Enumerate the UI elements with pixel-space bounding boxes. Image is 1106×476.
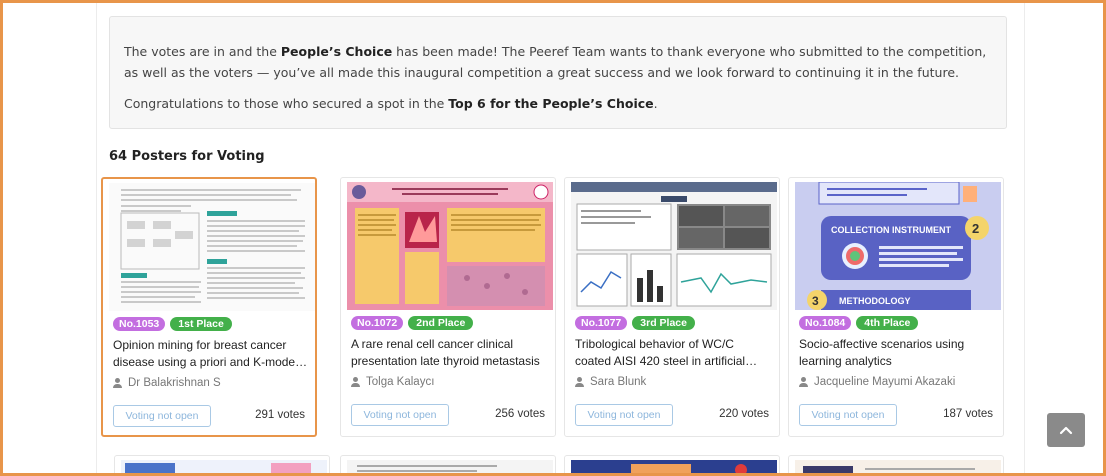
- announcement-box: The votes are in and the People’s Choice…: [109, 16, 1007, 129]
- voting-button[interactable]: Voting not open: [351, 404, 449, 426]
- poster-card[interactable]: COLLECTION INSTRUMENT 2 3 METHODOLOGY No…: [788, 177, 1004, 437]
- section-title: 64 Posters for Voting: [109, 149, 265, 164]
- voting-button[interactable]: Voting not open: [799, 404, 897, 426]
- person-icon: [799, 377, 808, 387]
- poster-thumbnail[interactable]: [347, 182, 553, 310]
- poster-thumbnail[interactable]: [109, 183, 315, 311]
- badge-row: No.1053 1st Place: [113, 317, 232, 331]
- vote-count: 220 votes: [719, 408, 769, 420]
- announcement-paragraph-2: Congratulations to those who secured a s…: [124, 93, 992, 114]
- place-badge: 3rd Place: [632, 316, 695, 330]
- poster-author: Dr Balakrishnan S: [113, 377, 221, 389]
- badge-row: No.1084 4th Place: [799, 316, 919, 330]
- poster-number-badge: No.1072: [351, 316, 404, 330]
- announcement-text: The votes are in and the: [124, 44, 281, 59]
- page: The votes are in and the People’s Choice…: [3, 3, 1103, 473]
- poster-author: Tolga Kalaycı: [351, 376, 434, 388]
- poster-title[interactable]: A rare renal cell cancer clinical presen…: [351, 336, 549, 370]
- place-badge: 1st Place: [170, 317, 232, 331]
- poster-heading-2: METHODOLOGY: [839, 296, 911, 306]
- place-badge: 4th Place: [856, 316, 919, 330]
- poster-card[interactable]: No.1077 3rd Place Tribological behavior …: [564, 177, 780, 437]
- announcement-paragraph-1: The votes are in and the People’s Choice…: [124, 41, 992, 83]
- poster-card-partial[interactable]: [564, 455, 780, 473]
- person-icon: [575, 377, 584, 387]
- poster-title[interactable]: Tribological behavior of WC/C coated AIS…: [575, 336, 773, 370]
- right-gutter: [1024, 3, 1103, 473]
- author-name: Jacqueline Mayumi Akazaki: [814, 376, 956, 388]
- poster-thumbnail[interactable]: [571, 460, 777, 473]
- poster-author: Sara Blunk: [575, 376, 646, 388]
- vote-count: 256 votes: [495, 408, 545, 420]
- person-icon: [113, 378, 122, 388]
- poster-heading-1: COLLECTION INSTRUMENT: [831, 225, 951, 235]
- poster-number-badge: No.1053: [113, 317, 166, 331]
- vote-count: 187 votes: [943, 408, 993, 420]
- poster-card-partial[interactable]: [114, 455, 330, 473]
- poster-title[interactable]: Opinion mining for breast cancer disease…: [113, 337, 311, 371]
- poster-author: Jacqueline Mayumi Akazaki: [799, 376, 955, 388]
- announcement-emphasis: Top 6 for the People’s Choice: [448, 96, 654, 111]
- poster-thumbnail[interactable]: [347, 460, 553, 473]
- author-name: Sara Blunk: [590, 376, 647, 388]
- badge-row: No.1072 2nd Place: [351, 316, 474, 330]
- badge-row: No.1077 3rd Place: [575, 316, 695, 330]
- announcement-text: .: [653, 96, 658, 111]
- announcement-emphasis: People’s Choice: [280, 44, 393, 59]
- poster-card[interactable]: No.1053 1st Place Opinion mining for bre…: [101, 177, 317, 437]
- place-badge: 2nd Place: [408, 316, 474, 330]
- poster-thumbnail[interactable]: [571, 182, 777, 310]
- left-gutter: [3, 3, 97, 473]
- poster-thumbnail[interactable]: [121, 460, 327, 473]
- vote-count: 291 votes: [255, 409, 305, 421]
- person-icon: [351, 377, 360, 387]
- poster-number-badge: No.1084: [799, 316, 852, 330]
- poster-number-2: 3: [812, 294, 819, 308]
- poster-card-partial[interactable]: [788, 455, 1004, 473]
- poster-number-badge: No.1077: [575, 316, 628, 330]
- author-name: Dr Balakrishnan S: [128, 377, 221, 389]
- poster-number-1: 2: [972, 221, 979, 236]
- scroll-to-top-button[interactable]: [1047, 413, 1085, 447]
- voting-button[interactable]: Voting not open: [575, 404, 673, 426]
- chevron-up-icon: [1059, 426, 1073, 435]
- announcement-text: Congratulations to those who secured a s…: [124, 96, 449, 111]
- poster-card-partial[interactable]: [340, 455, 556, 473]
- voting-button[interactable]: Voting not open: [113, 405, 211, 427]
- poster-thumbnail[interactable]: COLLECTION INSTRUMENT 2 3 METHODOLOGY: [795, 182, 1001, 310]
- poster-thumbnail[interactable]: [795, 460, 1001, 473]
- poster-card[interactable]: No.1072 2nd Place A rare renal cell canc…: [340, 177, 556, 437]
- author-name: Tolga Kalaycı: [366, 376, 435, 388]
- poster-title[interactable]: Socio-affective scenarios using learning…: [799, 336, 997, 370]
